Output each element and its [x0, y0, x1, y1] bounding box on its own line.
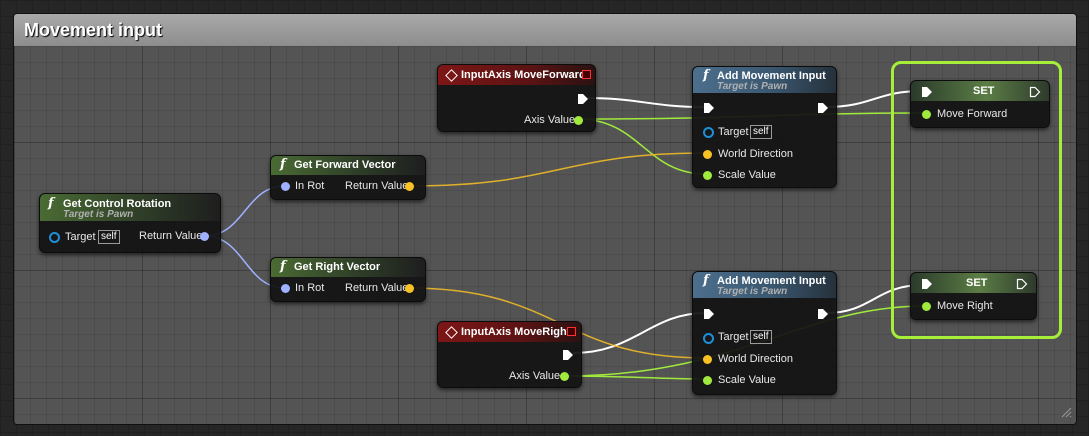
function-icon: f [703, 273, 709, 288]
pin-label: Scale Value [718, 169, 776, 181]
node-title: InputAxis MoveForward [461, 69, 586, 81]
pin-label: World Direction [718, 148, 793, 160]
function-icon: f [280, 157, 286, 172]
target-pin[interactable] [49, 232, 60, 243]
node-input-axis-move-forward[interactable]: InputAxis MoveForward Axis Value [437, 64, 596, 132]
in-rot-pin[interactable] [281, 284, 290, 293]
axis-value-pin[interactable] [560, 372, 569, 381]
node-header: f Get Right Vector [271, 258, 425, 277]
world-direction-pin[interactable] [703, 355, 712, 364]
pin-label: Axis Value [509, 370, 561, 382]
world-direction-pin[interactable] [703, 150, 712, 159]
in-rot-pin[interactable] [281, 182, 290, 191]
target-pin[interactable] [703, 127, 714, 138]
pin-label: Target [65, 231, 96, 243]
node-header: f Add Movement Input Target is Pawn [693, 272, 836, 298]
node-get-right-vector[interactable]: f Get Right Vector In Rot Return Value [270, 257, 426, 302]
event-icon [445, 69, 458, 82]
pin-label: Return Value [139, 230, 203, 242]
set-nodes-highlight [891, 61, 1062, 339]
node-header: f Get Forward Vector [271, 156, 425, 175]
float-wire-axis-forward-to-scale1 [577, 118, 707, 175]
node-add-movement-input-forward[interactable]: f Add Movement Input Target is Pawn Targ… [692, 66, 837, 188]
function-icon: f [703, 68, 709, 83]
scale-value-pin[interactable] [703, 376, 712, 385]
node-subtitle: Target is Pawn [717, 81, 788, 92]
delegate-pin-icon[interactable] [567, 327, 576, 336]
resize-grip-icon[interactable] [1060, 406, 1072, 418]
node-title: Get Right Vector [294, 261, 381, 273]
pin-label: Axis Value [524, 114, 576, 126]
delegate-pin-icon[interactable] [582, 70, 591, 79]
node-input-axis-move-right[interactable]: InputAxis MoveRight Axis Value [437, 321, 582, 388]
pin-label: Return Value [345, 180, 409, 192]
pin-label: Return Value [345, 282, 409, 294]
pin-label: Target [718, 331, 749, 343]
node-header: InputAxis MoveForward [438, 65, 595, 85]
axis-value-pin[interactable] [574, 116, 583, 125]
self-value[interactable]: self [750, 125, 772, 139]
pin-label: Target [718, 126, 749, 138]
pin-label: Scale Value [718, 374, 776, 386]
node-subtitle: Target is Pawn [717, 286, 788, 297]
return-value-pin[interactable] [405, 182, 414, 191]
exec-wire-forward-to-add1 [585, 97, 707, 108]
scale-value-pin[interactable] [703, 171, 712, 180]
node-header: InputAxis MoveRight [438, 322, 581, 342]
exec-wire-right-to-add2 [572, 312, 707, 354]
pin-label: In Rot [295, 282, 325, 294]
node-add-movement-input-right[interactable]: f Add Movement Input Target is Pawn Targ… [692, 271, 837, 395]
self-value[interactable]: self [98, 230, 120, 244]
node-get-control-rotation[interactable]: f Get Control Rotation Target is Pawn Ta… [39, 193, 221, 253]
node-title: InputAxis MoveRight [461, 326, 571, 338]
node-get-forward-vector[interactable]: f Get Forward Vector In Rot Return Value [270, 155, 426, 200]
float-wire-axis-right-to-scale2 [563, 375, 707, 380]
return-value-pin[interactable] [200, 232, 209, 241]
function-icon: f [48, 196, 54, 211]
node-title: Get Forward Vector [294, 159, 396, 171]
vector-wire-forward-to-world1 [408, 152, 707, 187]
blueprint-graph-canvas[interactable]: Movement input f Get Control Rotation Ta… [0, 0, 1089, 436]
node-subtitle: Target is Pawn [63, 209, 134, 220]
function-icon: f [280, 259, 286, 274]
node-header: f Get Control Rotation Target is Pawn [40, 194, 220, 221]
pin-label: World Direction [718, 353, 793, 365]
pin-label: In Rot [295, 180, 325, 192]
event-icon [445, 326, 458, 339]
target-pin[interactable] [703, 333, 714, 344]
node-header: f Add Movement Input Target is Pawn [693, 67, 836, 93]
self-value[interactable]: self [750, 330, 772, 344]
return-value-pin[interactable] [405, 284, 414, 293]
